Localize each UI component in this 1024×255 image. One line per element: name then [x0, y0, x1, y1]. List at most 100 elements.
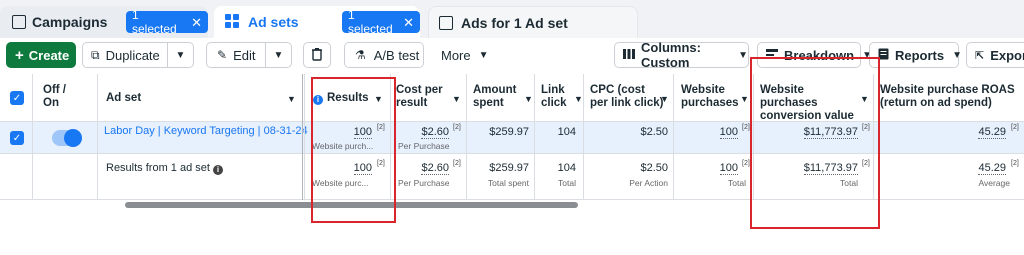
tab-ads-label: Ads for 1 Ad set: [461, 15, 568, 31]
chevron-down-icon[interactable]: ▼: [287, 94, 296, 104]
chevron-down-icon[interactable]: ▼: [524, 94, 533, 104]
summary-cost-per-result-sub: Per Purchase: [398, 178, 450, 188]
chevron-down-icon[interactable]: ▼: [574, 94, 583, 104]
more-button[interactable]: More ▼: [432, 42, 496, 68]
plus-icon: +: [15, 46, 24, 64]
header-website-purchase-roas[interactable]: Website purchase ROAS (return on ad spen…: [880, 84, 1024, 110]
campaigns-selected-pill[interactable]: 1 selected ✕: [126, 8, 208, 36]
column-divider: [534, 74, 535, 200]
export-button[interactable]: ⇱ Export: [966, 42, 1024, 68]
row-roas-value: 45.29: [978, 126, 1006, 139]
summary-cpc: $2.50: [640, 162, 668, 174]
edit-button[interactable]: ✎ Edit ▼: [206, 42, 292, 68]
chevron-down-icon[interactable]: ▼: [740, 94, 749, 104]
more-label: More: [441, 47, 471, 63]
adsets-grid-icon: [224, 13, 240, 29]
row-cost-per-result-sub: Per Purchase: [398, 141, 450, 151]
summary-cost-per-result: $2.60: [405, 162, 449, 175]
delete-button[interactable]: [303, 42, 331, 68]
chevron-down-icon[interactable]: ▼: [452, 94, 461, 104]
row-website-purchases-value: 100: [719, 126, 738, 139]
column-divider: [97, 74, 98, 200]
tab-campaigns[interactable]: Campaigns 1 selected ✕: [0, 6, 208, 38]
select-all-checkbox[interactable]: ✓: [10, 91, 24, 105]
trash-icon: [311, 47, 323, 64]
row-cpc: $2.50: [640, 126, 668, 138]
summary-roas: 45.29: [960, 162, 1006, 175]
adset-name-link[interactable]: Labor Day | Keyword Targeting | 08-31-24: [104, 125, 308, 137]
toggle-knob: [64, 129, 82, 147]
column-divider: [466, 74, 467, 200]
header-link-click[interactable]: Link click: [541, 84, 573, 110]
columns-label: Columns: Custom: [641, 40, 701, 70]
campaign-icon: [12, 15, 26, 29]
adset-toggle[interactable]: [52, 129, 82, 147]
columns-icon: [623, 48, 635, 63]
chevron-down-icon: ▼: [738, 49, 748, 61]
header-website-purchases[interactable]: Website purchases: [681, 84, 741, 110]
create-label: Create: [28, 47, 70, 63]
columns-button[interactable]: Columns: Custom ▼: [614, 40, 749, 70]
summary-link-click-sub: Total: [558, 178, 576, 188]
footnote-marker: [2]: [742, 160, 750, 167]
footnote-marker: [2]: [742, 124, 750, 131]
header-cpc[interactable]: CPC (cost per link click): [590, 84, 664, 110]
info-icon[interactable]: i: [213, 165, 223, 175]
results-highlight-box: [311, 77, 396, 223]
pencil-icon: ✎: [217, 48, 228, 62]
tab-ads[interactable]: Ads for 1 Ad set: [428, 6, 638, 38]
row-roas: 45.29: [960, 126, 1006, 139]
duplicate-label: Duplicate: [105, 47, 160, 63]
reports-label: Reports: [895, 47, 945, 63]
summary-website-purchases: 100: [700, 162, 738, 175]
adsets-selected-label: 1 selected: [348, 8, 393, 36]
summary-roas-value: 45.29: [978, 162, 1006, 175]
chevron-down-icon: ▼: [478, 49, 489, 61]
header-off-on[interactable]: Off / On: [43, 84, 83, 110]
edit-label: Edit: [233, 47, 256, 63]
summary-cost-per-result-value: $2.60: [421, 162, 449, 175]
export-icon: ⇱: [975, 49, 985, 62]
tab-adsets[interactable]: Ad sets 1 selected ✕: [214, 6, 420, 38]
row-website-purchases: 100: [700, 126, 738, 139]
column-divider: [302, 74, 303, 200]
summary-amount-spent: $259.97: [489, 162, 529, 174]
footnote-marker: [2]: [1011, 160, 1019, 167]
row-link-click: 104: [557, 126, 576, 138]
tab-campaigns-label: Campaigns: [32, 14, 108, 30]
header-ad-set[interactable]: Ad set: [106, 92, 141, 105]
edit-dropdown[interactable]: ▼: [265, 43, 291, 67]
column-divider: [583, 74, 584, 200]
ad-icon: [439, 16, 453, 30]
close-icon[interactable]: ✕: [191, 16, 202, 29]
ab-test-button[interactable]: ⚗ A/B test: [344, 42, 424, 68]
summary-amount-spent-sub: Total spent: [487, 178, 529, 188]
summary-website-purchases-sub: Total: [728, 178, 746, 188]
header-amount-spent[interactable]: Amount spent: [473, 84, 525, 110]
export-label: Export: [990, 47, 1024, 63]
summary-website-purchases-value: 100: [719, 162, 738, 175]
summary-label-text: Results from 1 ad set: [106, 162, 210, 174]
footnote-marker: [2]: [453, 124, 461, 131]
footnote-marker: [2]: [1011, 124, 1019, 131]
duplicate-dropdown[interactable]: ▼: [167, 43, 193, 67]
tab-adsets-label: Ad sets: [248, 14, 299, 30]
summary-roas-sub: Average: [978, 178, 1010, 188]
row-cost-per-result-value: $2.60: [421, 126, 449, 139]
reports-button[interactable]: Reports ▼: [869, 42, 963, 68]
ab-test-label: A/B test: [373, 47, 420, 63]
create-button[interactable]: + Create: [6, 42, 76, 68]
close-icon[interactable]: ✕: [403, 16, 414, 29]
chevron-down-icon[interactable]: ▼: [660, 94, 669, 104]
summary-link-click: 104: [557, 162, 576, 174]
header-cost-per-result[interactable]: Cost per result: [396, 84, 448, 110]
column-divider: [304, 74, 305, 200]
footnote-marker: [2]: [453, 160, 461, 167]
adsets-selected-pill[interactable]: 1 selected ✕: [342, 8, 420, 36]
row-checkbox[interactable]: ✓: [10, 131, 24, 145]
summary-label: Results from 1 ad set i: [106, 162, 227, 175]
chevron-down-icon: ▼: [952, 49, 963, 61]
duplicate-button[interactable]: ⧉ Duplicate ▼: [82, 42, 194, 68]
tab-bar: Campaigns 1 selected ✕ Ad sets 1 selecte…: [0, 0, 1024, 38]
column-divider: [673, 74, 674, 200]
